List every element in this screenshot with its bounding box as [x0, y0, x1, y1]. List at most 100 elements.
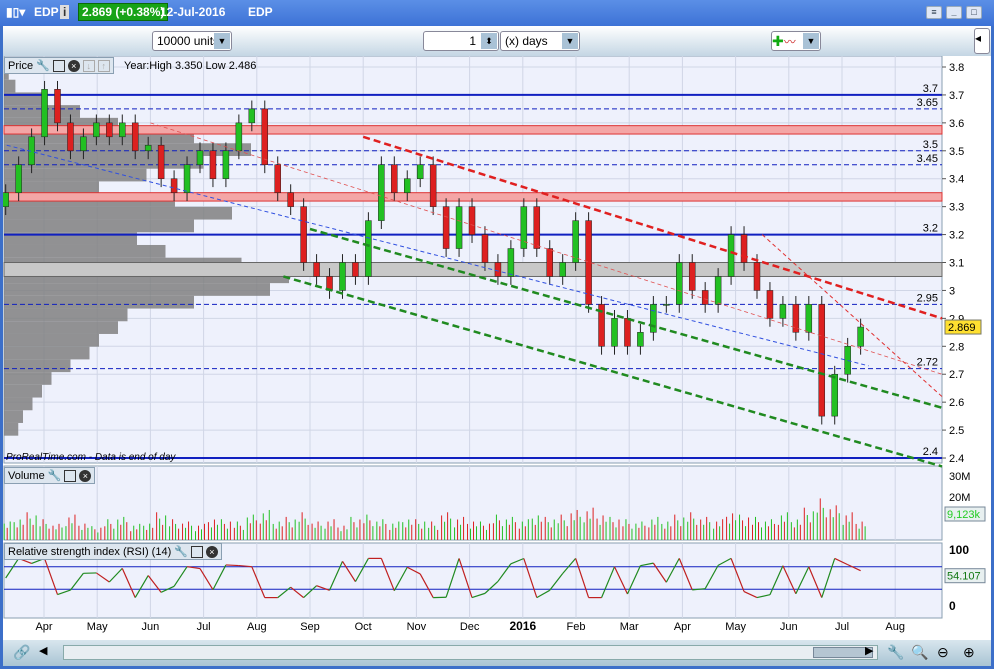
candle-body: [144, 144, 152, 152]
close-icon[interactable]: ×: [79, 469, 92, 482]
candle-body: [753, 262, 761, 291]
month-label: Apr: [674, 621, 691, 633]
chart-area[interactable]: Apr May Jun Jul Aug Sep Oct Nov Dec 2016 Feb Mar Apr…: [0, 55, 991, 640]
candle-body: [624, 318, 631, 347]
scroll-left-icon[interactable]: ◀: [39, 644, 47, 657]
chevron-down-icon[interactable]: ▼: [803, 33, 819, 49]
price-tick: 3: [949, 285, 955, 297]
price-panel-label: Price: [8, 59, 34, 72]
candle-body: [637, 332, 644, 347]
scrollbar-thumb[interactable]: [813, 647, 873, 658]
menu-icon[interactable]: ≡: [926, 6, 942, 19]
window-icon[interactable]: [52, 59, 65, 72]
candle-body: [106, 122, 113, 138]
period-input[interactable]: 1 ⬍: [423, 31, 499, 51]
candle-body: [857, 326, 864, 347]
price-tick: 3.2: [949, 230, 964, 242]
info-icon[interactable]: i: [60, 5, 70, 19]
period-unit-select[interactable]: (x) days ▼: [500, 31, 580, 51]
candle-body: [235, 122, 243, 152]
current-price: 2.869: [948, 322, 976, 334]
units-select[interactable]: 10000 units ▼: [152, 31, 232, 51]
current-rsi: 54.107: [947, 571, 981, 583]
price-tick: 3.3: [949, 202, 964, 214]
wrench-icon[interactable]: 🔧: [48, 469, 62, 482]
bottom-bar: 🔗 ◀ ▶ 🔧 🔍 ⊖ ⊕: [3, 640, 991, 666]
month-label: Nov: [407, 621, 427, 633]
candle-body: [805, 304, 813, 333]
link-icon[interactable]: 🔗: [13, 644, 30, 661]
panel-bg: [3, 465, 943, 541]
candle-body: [183, 164, 191, 193]
indicators-button[interactable]: ✚〰 ▼: [771, 31, 821, 51]
price-panel-header: Price 🔧 × ↓ ↑: [4, 57, 114, 74]
toolbar: 10000 units ▼ 1 ⬍ (x) days ▼ ✚〰 ▼ ◂: [3, 26, 991, 56]
volume-profile-bar: [4, 372, 52, 385]
level-label: 3.5: [923, 139, 938, 151]
month-label: Feb: [567, 621, 586, 633]
month-label: 2016: [509, 619, 536, 633]
candle-body: [611, 318, 618, 347]
price-tick: 3.6: [949, 118, 964, 130]
volume-profile-bar: [4, 384, 42, 398]
candle-body: [339, 262, 346, 291]
maximize-icon[interactable]: □: [966, 6, 982, 19]
candle-body: [119, 122, 126, 138]
zoom-in-icon[interactable]: ⊕: [963, 644, 975, 661]
month-label: Aug: [885, 621, 905, 633]
zoom-out-icon[interactable]: ⊖: [937, 644, 949, 661]
window-icon[interactable]: [190, 545, 203, 558]
side-panel-toggle[interactable]: ◂: [974, 28, 990, 54]
month-label: Oct: [355, 621, 372, 633]
chevron-down-icon[interactable]: ▼: [214, 33, 230, 49]
candle-body: [701, 290, 709, 305]
candle-body: [572, 220, 579, 263]
add-indicator-icon: ✚: [772, 33, 784, 49]
candle-body: [274, 164, 281, 193]
candle-body: [157, 144, 165, 179]
price-tick: 2.4: [949, 453, 964, 465]
move-up-icon[interactable]: ↑: [97, 59, 110, 72]
volume-profile-bar: [4, 333, 99, 347]
candle-body: [196, 150, 204, 166]
horizontal-scrollbar[interactable]: [63, 645, 878, 660]
price-change-badge: 2.869 (+0.38%): [78, 3, 169, 21]
scroll-right-icon[interactable]: ▶: [865, 644, 873, 657]
wrench-icon[interactable]: 🔧: [36, 59, 50, 72]
minimize-icon[interactable]: _: [946, 6, 962, 19]
chevron-down-icon[interactable]: ▼: [562, 33, 578, 49]
close-icon[interactable]: ×: [67, 59, 80, 72]
volume-profile-bar: [4, 79, 16, 93]
candlestick-icon[interactable]: ▮▯▾: [6, 5, 25, 19]
candle-body: [494, 262, 502, 277]
candle-body: [248, 108, 256, 124]
year-high-low: Year:High 3.350 Low 2.486: [124, 60, 257, 72]
month-label: Dec: [460, 621, 480, 633]
window-icon[interactable]: [64, 469, 77, 482]
candle-body: [831, 373, 838, 417]
candle-body: [676, 262, 683, 305]
price-zone: [3, 192, 943, 202]
volume-panel-label: Volume: [8, 469, 45, 482]
price-tick: 2.7: [949, 369, 964, 381]
stepper-icon[interactable]: ⬍: [481, 33, 497, 49]
candle-body: [766, 290, 774, 319]
price-tick: 3.8: [949, 62, 964, 74]
volume-profile-bar: [4, 346, 90, 360]
move-down-icon[interactable]: ↓: [82, 59, 95, 72]
candle-body: [170, 178, 178, 193]
level-label: 3.7: [923, 83, 938, 95]
symbol-label[interactable]: EDP: [34, 5, 59, 19]
wrench-icon[interactable]: 🔧: [174, 545, 188, 558]
candle-body: [352, 262, 359, 277]
settings-wrench-icon[interactable]: 🔧: [887, 644, 904, 661]
candle-body: [54, 89, 61, 124]
candle-body: [663, 304, 670, 306]
candle-body: [131, 122, 139, 152]
zoom-fit-icon[interactable]: 🔍: [911, 644, 928, 661]
candle-body: [442, 206, 450, 249]
chart-icon: 〰: [783, 35, 796, 49]
close-icon[interactable]: ×: [205, 545, 218, 558]
title-bar: ▮▯▾ EDP i 2.869 (+0.38%) 12-Jul-2016 EDP…: [0, 0, 994, 26]
level-label: 2.95: [917, 292, 938, 304]
